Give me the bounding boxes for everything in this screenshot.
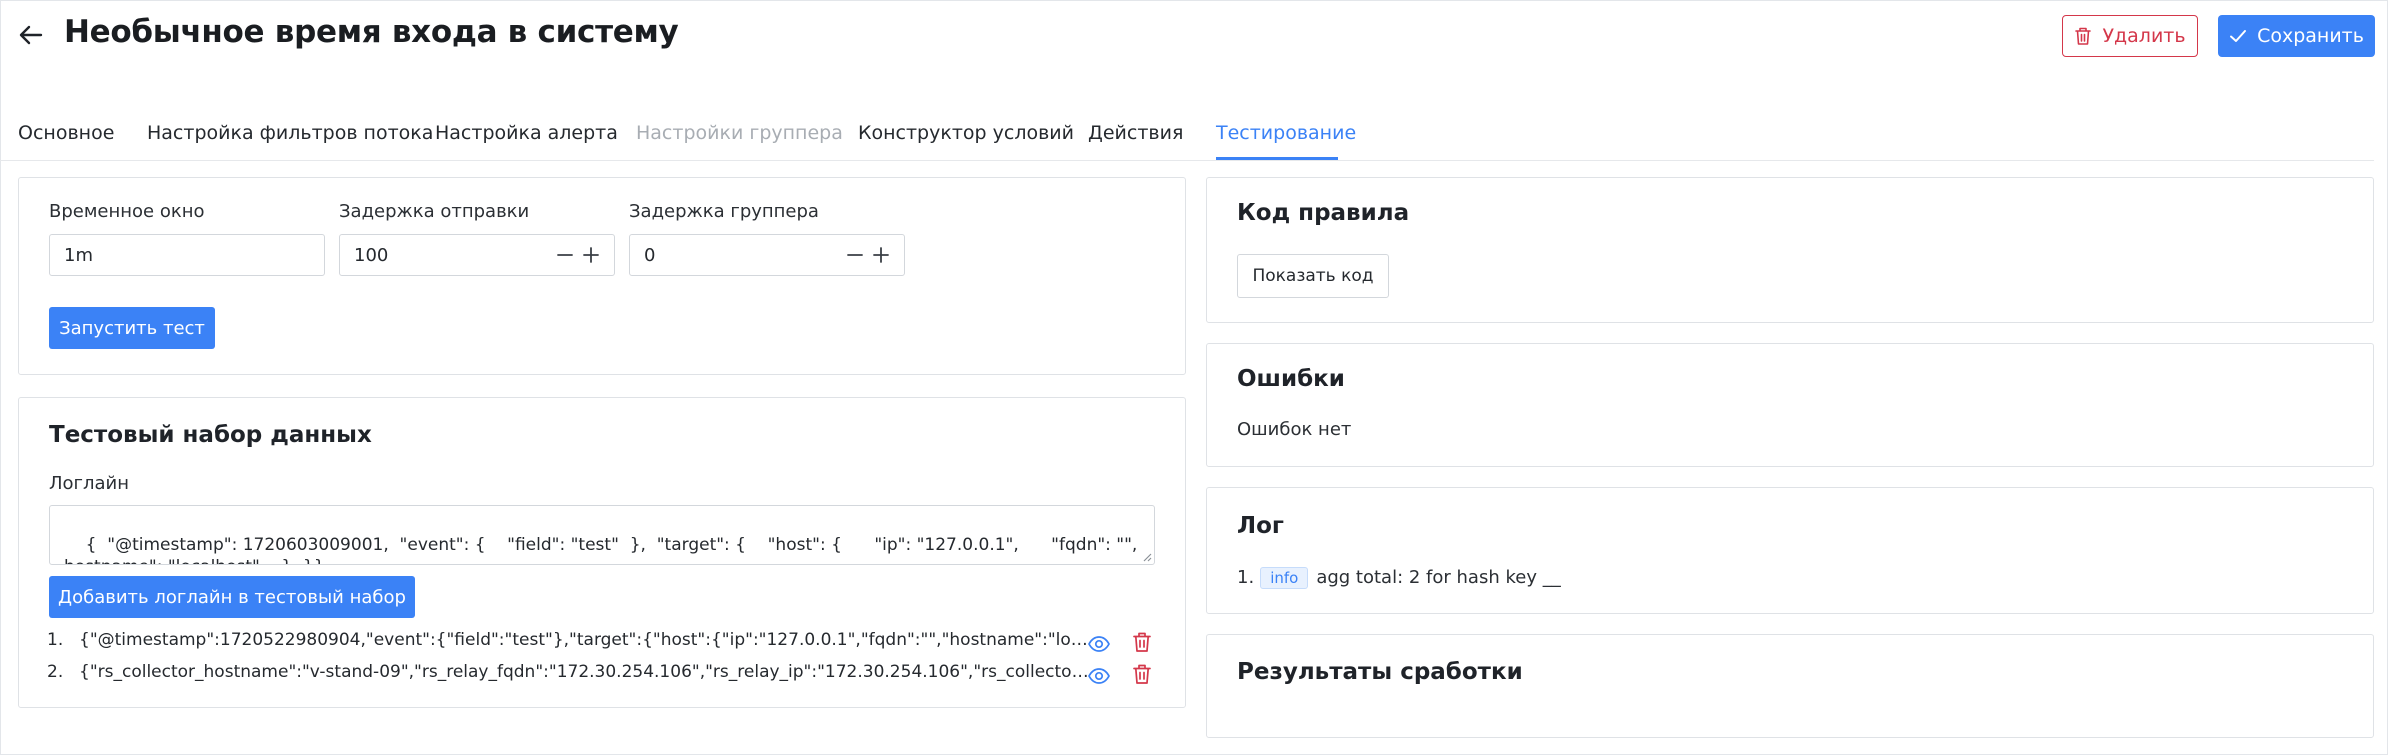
logline-textarea[interactable]: { "@timestamp": 1720603009001, "event": … bbox=[49, 505, 1155, 565]
errors-panel: Ошибки Ошибок нет bbox=[1206, 343, 2374, 467]
tab-main[interactable]: Основное bbox=[18, 122, 114, 144]
active-tab-indicator bbox=[1216, 157, 1338, 160]
check-icon bbox=[2230, 30, 2247, 42]
tab-bar: Основное Настройка фильтров потока Настр… bbox=[0, 118, 2374, 161]
grouper-delay-stepper[interactable]: 0 bbox=[629, 234, 905, 276]
time-window-label: Временное окно bbox=[49, 201, 205, 222]
tab-grouper-settings: Настройки группера bbox=[636, 122, 843, 144]
send-delay-label: Задержка отправки bbox=[339, 201, 530, 222]
minus-icon[interactable] bbox=[554, 244, 576, 266]
log-level-badge: info bbox=[1260, 567, 1309, 589]
trash-icon bbox=[2075, 27, 2092, 45]
tab-actions[interactable]: Действия bbox=[1088, 122, 1183, 144]
dataset-title: Тестовый набор данных bbox=[49, 422, 372, 448]
plus-icon[interactable] bbox=[870, 244, 892, 266]
tab-testing[interactable]: Тестирование bbox=[1216, 122, 1356, 144]
trash-icon[interactable] bbox=[1130, 662, 1154, 686]
tab-alert-settings[interactable]: Настройка алерта bbox=[435, 122, 618, 144]
row-text: {"@timestamp":1720522980904,"event":{"fi… bbox=[79, 630, 1089, 650]
tab-stream-filters[interactable]: Настройка фильтров потока bbox=[147, 122, 433, 144]
test-dataset-panel: Тестовый набор данных Логлайн { "@timest… bbox=[18, 397, 1186, 708]
delete-label: Удалить bbox=[2102, 25, 2186, 47]
results-title: Результаты сработки bbox=[1237, 659, 1523, 685]
errors-title: Ошибки bbox=[1237, 366, 1345, 392]
row-text: {"rs_collector_hostname":"v-stand-09","r… bbox=[79, 662, 1089, 682]
time-window-input[interactable]: 1m bbox=[49, 234, 325, 276]
back-arrow-icon[interactable] bbox=[16, 20, 46, 50]
results-panel: Результаты сработки bbox=[1206, 634, 2374, 738]
row-number: 2. bbox=[47, 662, 64, 682]
log-title: Лог bbox=[1237, 513, 1284, 539]
eye-icon[interactable] bbox=[1087, 664, 1111, 688]
logline-text: { "@timestamp": 1720603009001, "event": … bbox=[64, 535, 1138, 564]
resize-handle-icon[interactable] bbox=[1142, 552, 1152, 562]
test-settings-panel: Временное окно 1m Задержка отправки 100 … bbox=[18, 177, 1186, 375]
show-code-button[interactable]: Показать код bbox=[1237, 254, 1389, 298]
logline-label: Логлайн bbox=[49, 473, 130, 494]
plus-icon[interactable] bbox=[580, 244, 602, 266]
page-title: Необычное время входа в систему bbox=[64, 14, 679, 50]
errors-text: Ошибок нет bbox=[1237, 419, 1352, 440]
rule-code-title: Код правила bbox=[1237, 200, 1410, 226]
send-delay-value: 100 bbox=[354, 244, 389, 266]
log-entry-number: 1. bbox=[1237, 567, 1255, 588]
tab-condition-builder[interactable]: Конструктор условий bbox=[858, 122, 1074, 144]
log-entry-message: agg total: 2 for hash key __ bbox=[1316, 567, 1561, 588]
add-logline-button[interactable]: Добавить логлайн в тестовый набор bbox=[49, 576, 415, 618]
trash-icon[interactable] bbox=[1130, 630, 1154, 654]
dataset-row: 1. {"@timestamp":1720522980904,"event":{"… bbox=[47, 630, 1089, 650]
grouper-delay-label: Задержка группера bbox=[629, 201, 819, 222]
minus-icon[interactable] bbox=[844, 244, 866, 266]
dataset-row: 2. {"rs_collector_hostname":"v-stand-09",… bbox=[47, 662, 1089, 682]
send-delay-stepper[interactable]: 100 bbox=[339, 234, 615, 276]
row-number: 1. bbox=[47, 630, 64, 650]
log-entry: 1. info agg total: 2 for hash key __ bbox=[1237, 567, 1561, 589]
save-label: Сохранить bbox=[2257, 25, 2364, 47]
delete-button[interactable]: Удалить bbox=[2062, 15, 2198, 57]
run-test-button[interactable]: Запустить тест bbox=[49, 307, 215, 349]
log-panel: Лог 1. info agg total: 2 for hash key __ bbox=[1206, 487, 2374, 614]
rule-code-panel: Код правила Показать код bbox=[1206, 177, 2374, 323]
eye-icon[interactable] bbox=[1087, 632, 1111, 656]
grouper-delay-value: 0 bbox=[644, 244, 656, 266]
save-button[interactable]: Сохранить bbox=[2218, 15, 2375, 57]
